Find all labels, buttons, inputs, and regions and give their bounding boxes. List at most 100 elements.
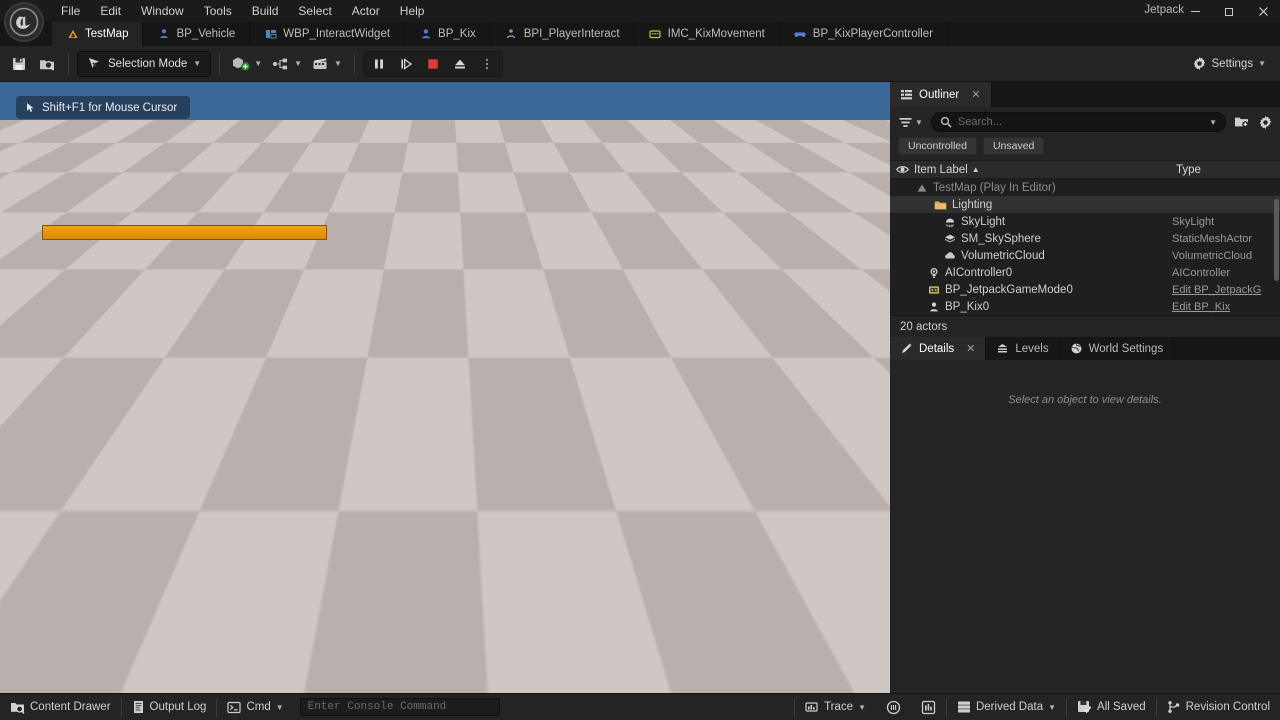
cursor-icon — [26, 102, 35, 113]
aicontroller-icon — [928, 267, 940, 279]
tab-details[interactable]: Details ✕ — [890, 337, 986, 360]
menu-item-select[interactable]: Select — [289, 1, 340, 21]
outliner-row-skylight[interactable]: SkyLight SkyLight — [890, 213, 1280, 230]
details-panel-body: Select an object to view details. — [890, 360, 1280, 693]
eye-icon — [896, 164, 909, 175]
menu-item-help[interactable]: Help — [391, 1, 434, 21]
level-icon — [66, 28, 79, 41]
levels-icon — [996, 342, 1009, 355]
tab-bp-kix[interactable]: BP_Kix — [405, 22, 491, 46]
revision-control-button[interactable]: Revision Control — [1157, 694, 1280, 720]
blueprints-button[interactable]: ▼ — [268, 51, 306, 77]
performance-button[interactable] — [876, 694, 911, 720]
row-edit-blueprint-link[interactable]: Edit BP_JetpackG — [1172, 284, 1276, 296]
add-actor-button[interactable]: ▼ — [228, 51, 266, 77]
tab-bpi-playerinteract[interactable]: BPI_PlayerInteract — [491, 22, 635, 46]
menu-item-tools[interactable]: Tools — [195, 1, 241, 21]
close-button[interactable] — [1246, 0, 1280, 22]
output-log-button[interactable]: Output Log — [122, 694, 217, 720]
new-folder-button[interactable] — [1232, 113, 1250, 131]
fuel-progress-bar — [42, 225, 327, 240]
all-saved-icon — [1077, 700, 1092, 714]
chevron-down-icon[interactable]: ▼ — [1209, 118, 1217, 127]
all-saved-button[interactable]: All Saved — [1067, 694, 1156, 720]
outliner-column-header: Item Label ▲ Type — [890, 160, 1280, 179]
tab-testmap[interactable]: TestMap — [52, 22, 143, 46]
details-icon — [900, 342, 913, 355]
outliner-settings-button[interactable] — [1256, 113, 1274, 131]
toolbar-divider — [68, 53, 69, 75]
tab-wbp-interactwidget[interactable]: WBP_InteractWidget — [250, 22, 405, 46]
memory-icon — [921, 700, 936, 715]
more-options-button[interactable] — [474, 52, 500, 76]
search-input[interactable]: Search... ▼ — [931, 112, 1226, 132]
tab-label: Details — [919, 343, 954, 355]
row-type: VolumetricCloud — [1172, 250, 1276, 262]
outliner-row-testmap[interactable]: TestMap (Play In Editor) — [890, 179, 1280, 196]
outliner-row-sm-skysphere[interactable]: SM_SkySphere StaticMeshActor — [890, 230, 1280, 247]
pause-button[interactable] — [366, 52, 392, 76]
selection-mode-dropdown[interactable]: Selection Mode ▼ — [77, 51, 211, 77]
menu-item-actor[interactable]: Actor — [343, 1, 389, 21]
content-drawer-button[interactable]: Content Drawer — [0, 694, 121, 720]
close-icon[interactable]: ✕ — [966, 342, 975, 355]
memory-button[interactable] — [911, 694, 946, 720]
menu-item-edit[interactable]: Edit — [91, 1, 130, 21]
chevron-down-icon: ▼ — [193, 59, 201, 68]
console-command-input[interactable]: Enter Console Command — [300, 698, 500, 716]
input-mapping-context-icon — [649, 28, 662, 41]
outliner-row-bp-jetpackgamemode0[interactable]: BP_JetpackGameMode0 Edit BP_JetpackG — [890, 281, 1280, 298]
menu-item-window[interactable]: Window — [132, 1, 193, 21]
cinematics-button[interactable]: ▼ — [308, 51, 346, 77]
outliner-row-bp-kix0[interactable]: BP_Kix0 Edit BP_Kix — [890, 298, 1280, 315]
chevron-down-icon: ▼ — [276, 703, 284, 712]
level-viewport[interactable]: Shift+F1 for Mouse Cursor — [0, 82, 890, 693]
row-edit-blueprint-link[interactable]: Edit BP_Kix — [1172, 301, 1276, 313]
skylight-icon — [944, 216, 956, 228]
tab-bp-vehicle[interactable]: BP_Vehicle — [143, 22, 250, 46]
outliner-row-volumetriccloud[interactable]: VolumetricCloud VolumetricCloud — [890, 247, 1280, 264]
filter-button[interactable]: ▼ — [896, 114, 925, 131]
revision-control-label: Revision Control — [1186, 701, 1270, 713]
tab-levels[interactable]: Levels — [986, 337, 1059, 360]
details-empty-message: Select an object to view details. — [1008, 394, 1161, 693]
search-placeholder: Search... — [958, 116, 1203, 128]
close-icon[interactable]: ✕ — [971, 88, 980, 101]
outliner-row-lighting[interactable]: Lighting — [890, 196, 1280, 213]
outliner-scrollbar[interactable] — [1274, 199, 1279, 281]
browse-button[interactable] — [34, 51, 60, 77]
toolbar-divider — [354, 53, 355, 75]
cmd-dropdown[interactable]: Cmd ▼ — [217, 694, 293, 720]
stop-button[interactable] — [420, 52, 446, 76]
vehicle-actor[interactable] — [255, 342, 655, 693]
chip-uncontrolled[interactable]: Uncontrolled — [898, 137, 977, 155]
hint-label: Shift+F1 for Mouse Cursor — [42, 102, 177, 114]
column-item-label[interactable]: Item Label ▲ — [914, 164, 1176, 176]
row-label: VolumetricCloud — [961, 250, 1045, 262]
cmd-label: Cmd — [246, 701, 270, 713]
menu-item-build[interactable]: Build — [243, 1, 288, 21]
outliner-row-aicontroller0[interactable]: AIController0 AIController — [890, 264, 1280, 281]
derived-data-label: Derived Data — [976, 701, 1043, 713]
minimize-button[interactable] — [1178, 0, 1212, 22]
tab-label: BP_KixPlayerController — [813, 28, 933, 40]
chip-unsaved[interactable]: Unsaved — [983, 137, 1044, 155]
menu-item-file[interactable]: File — [52, 1, 89, 21]
new-folder-icon — [1234, 115, 1249, 129]
chevron-down-icon: ▼ — [1048, 703, 1056, 712]
content-drawer-icon — [10, 700, 25, 714]
eject-button[interactable] — [447, 52, 473, 76]
tab-outliner[interactable]: Outliner ✕ — [890, 82, 992, 107]
maximize-button[interactable] — [1212, 0, 1246, 22]
trace-dropdown[interactable]: Trace ▼ — [795, 694, 876, 720]
unreal-engine-logo-icon[interactable] — [4, 2, 44, 42]
tab-bp-kixplayercontroller[interactable]: BP_KixPlayerController — [780, 22, 948, 46]
tab-imc-kixmovement[interactable]: IMC_KixMovement — [635, 22, 780, 46]
visibility-column-icon[interactable] — [890, 164, 914, 175]
frame-advance-button[interactable] — [393, 52, 419, 76]
derived-data-dropdown[interactable]: Derived Data ▼ — [947, 694, 1066, 720]
column-type[interactable]: Type — [1176, 164, 1280, 176]
settings-dropdown[interactable]: Settings ▼ — [1184, 51, 1274, 77]
save-button[interactable] — [6, 51, 32, 77]
tab-world-settings[interactable]: World Settings — [1060, 337, 1175, 360]
